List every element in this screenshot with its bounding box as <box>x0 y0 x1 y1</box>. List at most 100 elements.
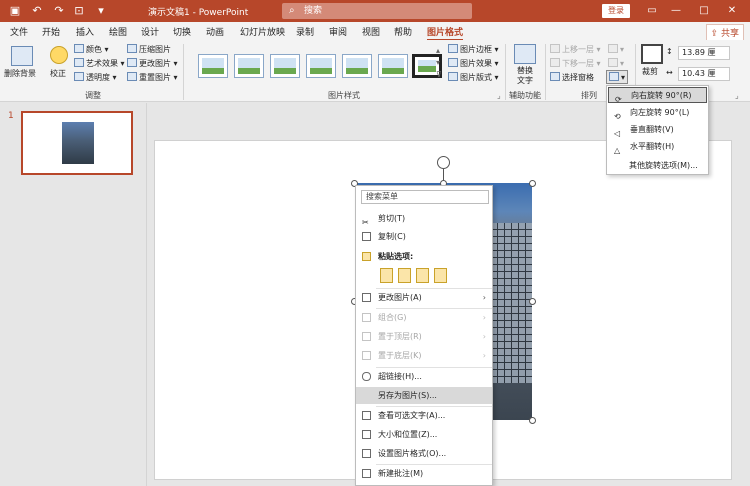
picture-style-2[interactable] <box>234 54 264 78</box>
rotate-handle-icon[interactable] <box>437 156 450 169</box>
transparency-button[interactable]: 透明度 ▾ <box>74 72 117 83</box>
menu-item-copy[interactable]: 复制(C) <box>356 228 492 245</box>
tab-home[interactable]: 开始 <box>42 25 60 38</box>
crop-icon[interactable] <box>641 44 663 64</box>
picture-style-4[interactable] <box>306 54 336 78</box>
submenu-arrow-icon: › <box>482 351 486 360</box>
compress-pictures-button[interactable]: 压缩图片 <box>127 44 171 55</box>
rotate-button[interactable]: ▾ <box>606 70 629 84</box>
rotate-left-90[interactable]: ⟲ 向左旋转 90°(L) <box>608 105 707 121</box>
send-backward-icon <box>550 58 560 67</box>
remove-background-button[interactable]: 删除背景 <box>4 68 36 79</box>
menu-item-hyperlink[interactable]: 超链接(H)... <box>356 368 492 385</box>
menu-item-view-alt-text[interactable]: 查看可选文字(A)... <box>356 407 492 424</box>
alt-text-button[interactable]: 替换文字 <box>516 66 534 86</box>
search-input[interactable]: ⌕ 搜索 <box>282 3 472 19</box>
flip-vertical[interactable]: ◁ 垂直翻转(V) <box>608 122 707 138</box>
menu-search-input[interactable]: 搜索菜单 <box>361 190 489 204</box>
tab-slideshow[interactable]: 幻灯片放映 <box>240 25 285 38</box>
tab-picture-format[interactable]: 图片格式 <box>427 25 464 41</box>
slide-thumbnail[interactable] <box>21 111 133 175</box>
tab-insert[interactable]: 插入 <box>76 25 94 38</box>
resize-handle-bottom-right[interactable] <box>529 417 536 424</box>
menu-item-cut[interactable]: ✂ 剪切(T) <box>356 210 492 227</box>
menu-item-group[interactable]: 组合(G) › <box>356 309 492 326</box>
styles-launcher-icon[interactable]: ⌟ <box>497 91 501 100</box>
bring-forward-button[interactable]: 上移一层 ▾ <box>550 44 601 55</box>
more-rotation-options[interactable]: 其他旋转选项(M)... <box>607 158 708 174</box>
gallery-scroll-down-icon[interactable]: ▾ <box>436 58 440 67</box>
picture-layout-button[interactable]: 图片版式 ▾ <box>448 72 499 83</box>
menu-item-new-comment[interactable]: 新建批注(M) <box>356 465 492 482</box>
alt-text-icon[interactable] <box>514 44 536 64</box>
tab-design[interactable]: 设计 <box>141 25 159 38</box>
copy-icon <box>362 232 371 241</box>
picture-style-3[interactable] <box>270 54 300 78</box>
gallery-more-icon[interactable]: ⊽ <box>436 70 442 79</box>
tab-help[interactable]: 帮助 <box>394 25 412 38</box>
picture-style-6[interactable] <box>378 54 408 78</box>
picture-border-button[interactable]: 图片边框 ▾ <box>448 44 499 55</box>
tab-animations[interactable]: 动画 <box>206 25 224 38</box>
paste-keep-source-icon[interactable] <box>380 268 393 283</box>
tab-file[interactable]: 文件 <box>10 25 28 38</box>
picture-style-1[interactable] <box>198 54 228 78</box>
change-picture-button[interactable]: 更改图片 ▾ <box>127 58 178 69</box>
height-field[interactable]: 13.89 厘 <box>678 46 730 60</box>
menu-item-save-as-picture[interactable]: 另存为图片(S)... <box>356 387 492 404</box>
menu-item-send-to-back[interactable]: 置于底层(K) › <box>356 347 492 364</box>
minimize-button[interactable]: — <box>668 3 684 19</box>
picture-style-5[interactable] <box>342 54 372 78</box>
present-icon[interactable]: ⊡ <box>72 4 86 18</box>
crop-button[interactable]: 裁剪 <box>642 66 658 77</box>
art-effect-button[interactable]: 艺术效果 ▾ <box>74 58 125 69</box>
quick-access-more-icon[interactable]: ▾ <box>94 4 108 18</box>
group-icon <box>608 58 618 67</box>
selection-pane-button[interactable]: 选择窗格 <box>550 72 594 83</box>
paste-picture-icon[interactable] <box>416 268 429 283</box>
flip-horizontal[interactable]: △ 水平翻转(H) <box>608 139 707 155</box>
reset-picture-button[interactable]: 重置图片 ▾ <box>127 72 178 83</box>
color-button[interactable]: 颜色 ▾ <box>74 44 109 55</box>
share-button[interactable]: ⇪ 共享 <box>705 24 744 41</box>
redo-icon[interactable]: ↷ <box>52 4 66 18</box>
change-picture-icon <box>362 293 371 302</box>
color-icon <box>74 44 84 53</box>
picture-effect-button[interactable]: 图片效果 ▾ <box>448 58 499 69</box>
remove-background-icon[interactable] <box>11 46 33 66</box>
align-button[interactable]: ▾ <box>608 44 624 54</box>
rotate-right-90[interactable]: ⟳ 向右旋转 90°(R) <box>608 87 707 104</box>
selection-pane-icon <box>550 72 560 81</box>
bring-to-front-icon <box>362 332 371 341</box>
menu-item-change-picture[interactable]: 更改图片(A) › <box>356 289 492 306</box>
menu-item-format-picture[interactable]: 设置图片格式(O)... <box>356 445 492 462</box>
gallery-scroll-up-icon[interactable]: ▴ <box>436 46 440 55</box>
correct-button[interactable]: 校正 <box>50 68 66 79</box>
bring-forward-icon <box>550 44 560 53</box>
save-icon[interactable]: ▣ <box>8 4 22 18</box>
tab-view[interactable]: 视图 <box>362 25 380 38</box>
undo-icon[interactable]: ↶ <box>30 4 44 18</box>
correct-icon[interactable] <box>50 46 68 64</box>
width-field[interactable]: 10.43 厘 <box>678 67 730 81</box>
send-backward-button[interactable]: 下移一层 ▾ <box>550 58 601 69</box>
height-icon: ↕ <box>666 47 673 56</box>
tab-draw[interactable]: 绘图 <box>109 25 127 38</box>
paste-text-only-icon[interactable] <box>434 268 447 283</box>
paste-design-icon[interactable] <box>398 268 411 283</box>
login-button[interactable]: 登录 <box>602 4 630 18</box>
menu-item-bring-to-front[interactable]: 置于顶层(R) › <box>356 328 492 345</box>
resize-handle-top-right[interactable] <box>529 180 536 187</box>
tab-transitions[interactable]: 切换 <box>173 25 191 38</box>
group-objects-button[interactable]: ▾ <box>608 58 624 68</box>
tab-review[interactable]: 审阅 <box>329 25 347 38</box>
title-bar: ▣ ↶ ↷ ⊡ ▾ 演示文稿1 - PowerPoint ⌕ 搜索 登录 ▭ —… <box>0 0 750 22</box>
close-button[interactable]: ✕ <box>724 3 740 19</box>
size-launcher-icon[interactable]: ⌟ <box>735 91 739 100</box>
maximize-button[interactable]: □ <box>696 3 712 19</box>
resize-handle-right[interactable] <box>529 298 536 305</box>
ribbon-divider <box>545 44 546 100</box>
tab-record[interactable]: 录制 <box>296 25 314 38</box>
menu-item-size-position[interactable]: 大小和位置(Z)... <box>356 426 492 443</box>
ribbon-display-icon[interactable]: ▭ <box>644 3 660 19</box>
